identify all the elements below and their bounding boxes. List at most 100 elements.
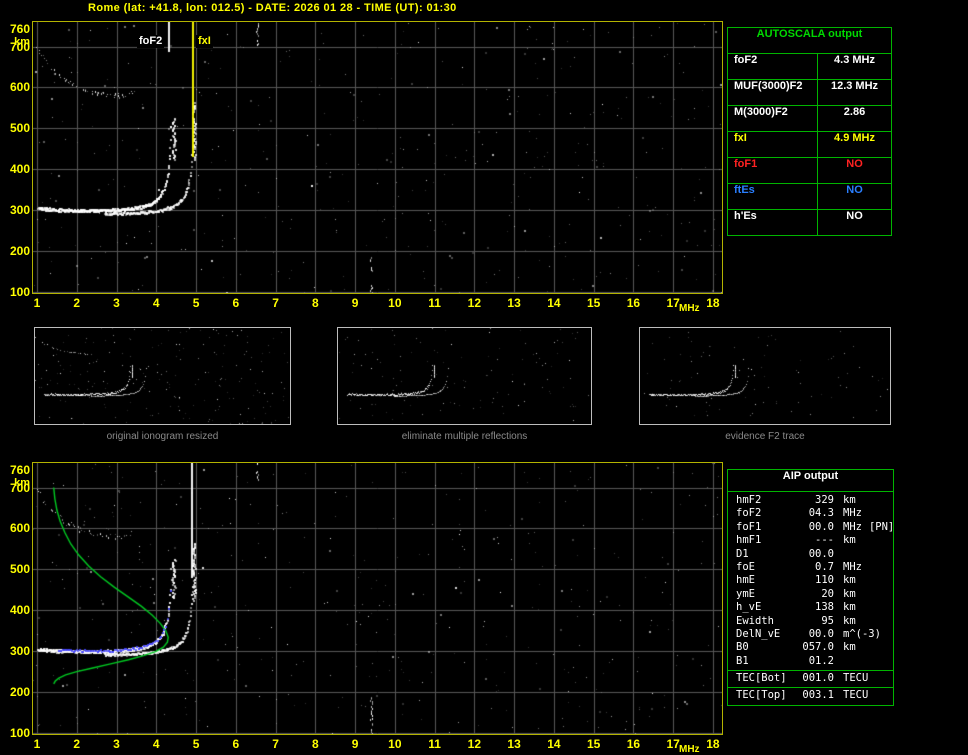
x-tick-label: 6: [232, 296, 240, 310]
autoscala-rows: foF2 4.3 MHz MUF(3000)F2 12.3 MHz M(3000)F2 2…: [728, 54, 891, 235]
x-tick-label: 13: [507, 296, 521, 310]
aip-row-label: B1: [736, 654, 749, 667]
aip-row-label: DelN_vE: [736, 627, 781, 640]
aip-row-unit: TECU: [843, 689, 869, 702]
aip-row-label: h_vE: [736, 601, 762, 614]
aip-row: DelN_vE 00.0 m^(-3): [728, 628, 893, 641]
aip-row-unit: MHz: [843, 520, 862, 533]
aip-row: TEC[Top] 003.1 TECU: [728, 689, 893, 702]
autoscala-row-value: NO: [846, 184, 863, 196]
aip-row-label: B0: [736, 641, 749, 654]
aip-row: hmF2 329 km: [728, 494, 893, 507]
x-tick-label: 3: [113, 737, 120, 751]
x-tick-label: 16: [626, 296, 641, 310]
x-tick-label: 5: [192, 737, 200, 751]
thumbnail-original-ionogram: [34, 327, 291, 425]
foF2-marker-label: foF2: [137, 35, 165, 48]
autoscala-row: M(3000)F2 2.86: [728, 106, 891, 132]
x-tick-label: 3: [113, 296, 120, 310]
x-tick-label: 2: [73, 737, 81, 751]
aip-title: AIP output: [728, 470, 893, 492]
x-tick-label: 11: [428, 737, 441, 751]
autoscala-row-label: MUF(3000)F2: [728, 80, 818, 105]
autoscala-row-label: h'Es: [728, 210, 818, 235]
aip-row-value: ---: [815, 534, 834, 547]
x-tick-label: 8: [311, 296, 319, 310]
y-axis-unit-label: km: [14, 36, 30, 48]
autoscala-row: fxI 4.9 MHz: [728, 132, 891, 158]
y-tick-label: 300: [9, 203, 30, 218]
aip-row-label: hmF2: [736, 494, 762, 506]
aip-rows: hmF2 329 km foF2 04.3 MHz foF1 00.0 MHz [PN] hmF1 -…: [728, 492, 894, 705]
aip-row-value: 01.2: [808, 654, 834, 667]
aip-output-table: AIP output hmF2 329 km foF2 04.3 MHz foF1 00.0 M…: [727, 469, 894, 706]
aip-row-value: 003.1: [802, 689, 834, 702]
aip-row-label: hmF1: [736, 534, 762, 547]
aip-row-label: D1: [736, 547, 749, 560]
y-tick-label: 600: [9, 521, 30, 536]
x-axis-unit-label: MHz: [679, 303, 700, 314]
autoscala-title: AUTOSCALA output: [728, 28, 891, 54]
aip-row-value: 0.7: [815, 560, 834, 573]
y-tick-label: 500: [9, 121, 30, 136]
aip-row: D1 00.0: [728, 548, 893, 561]
y-tick-label: 400: [9, 603, 30, 618]
aip-row-label: Ewidth: [736, 614, 774, 627]
x-tick-label: 13: [507, 737, 521, 751]
x-tick-label: 15: [586, 296, 601, 310]
x-tick-label: 1: [33, 296, 41, 310]
page-title: Rome (lat: +41.8, lon: 012.5) - DATE: 20…: [88, 2, 457, 14]
aip-row: TEC[Bot] 001.0 TECU: [728, 672, 893, 685]
aip-row-value: 00.0: [808, 547, 834, 560]
aip-row-value: 329: [815, 494, 834, 506]
aip-row: B1 01.2: [728, 655, 893, 668]
aip-row-value: 20: [821, 587, 834, 600]
autoscala-row-value: 4.3 MHz: [834, 54, 875, 66]
x-tick-label: 9: [351, 737, 359, 751]
aip-row-label: foF2: [736, 507, 762, 520]
aip-row-value: 001.0: [802, 672, 834, 685]
autoscala-row: MUF(3000)F2 12.3 MHz: [728, 80, 891, 106]
aip-row-label: foE: [736, 560, 755, 573]
autoscala-row-label: foF2: [728, 54, 818, 79]
y-tick-label: 300: [9, 644, 30, 659]
top-ionogram-canvas: [33, 22, 722, 293]
aip-row: Ewidth 95 km: [728, 615, 893, 628]
aip-row-label: TEC[Top]: [736, 689, 787, 702]
aip-row: foF2 04.3 MHz: [728, 507, 893, 520]
autoscala-row: ftEs NO: [728, 184, 891, 210]
x-tick-label: 5: [192, 296, 200, 310]
y-axis-unit-label: km: [14, 477, 30, 489]
x-tick-label: 1: [33, 737, 41, 751]
x-tick-label: 16: [626, 737, 641, 751]
x-tick-label: 8: [311, 737, 319, 751]
bottom-ionogram-panel: [32, 462, 723, 735]
x-tick-label: 14: [547, 296, 561, 310]
thumbnail-eliminate-canvas: [338, 328, 591, 424]
x-tick-label: 10: [388, 296, 402, 310]
aip-row-label: TEC[Bot]: [736, 672, 787, 685]
aip-row: foF1 00.0 MHz [PN]: [728, 520, 894, 534]
aip-row-value: 138: [815, 601, 834, 614]
aip-row: ymE 20 km: [728, 588, 893, 601]
aip-row-unit: km: [843, 641, 856, 654]
bottom-ionogram-canvas: [33, 463, 722, 734]
autoscala-row-value: NO: [846, 210, 863, 222]
aip-row-unit: km: [843, 614, 856, 627]
autoscala-row-label: fxI: [728, 132, 818, 157]
autoscala-row: foF2 4.3 MHz: [728, 54, 891, 80]
autoscala-row-value: NO: [846, 158, 863, 170]
autoscala-row-label: ftEs: [728, 184, 818, 209]
x-tick-label: 18: [706, 296, 720, 310]
aip-row: B0 057.0 km: [728, 641, 893, 654]
x-tick-label: 10: [388, 737, 402, 751]
aip-row-value: 110: [815, 574, 834, 587]
aip-row-label: ymE: [736, 587, 755, 600]
y-tick-label: 600: [9, 80, 30, 95]
y-tick-label: 760: [9, 22, 30, 36]
aip-row-label: foF1: [736, 520, 762, 533]
thumbnail-caption-eliminate: eliminate multiple reflections: [401, 431, 528, 442]
x-tick-label: 18: [706, 737, 720, 751]
thumbnail-original-canvas: [35, 328, 290, 424]
aip-row-label: hmE: [736, 574, 755, 587]
